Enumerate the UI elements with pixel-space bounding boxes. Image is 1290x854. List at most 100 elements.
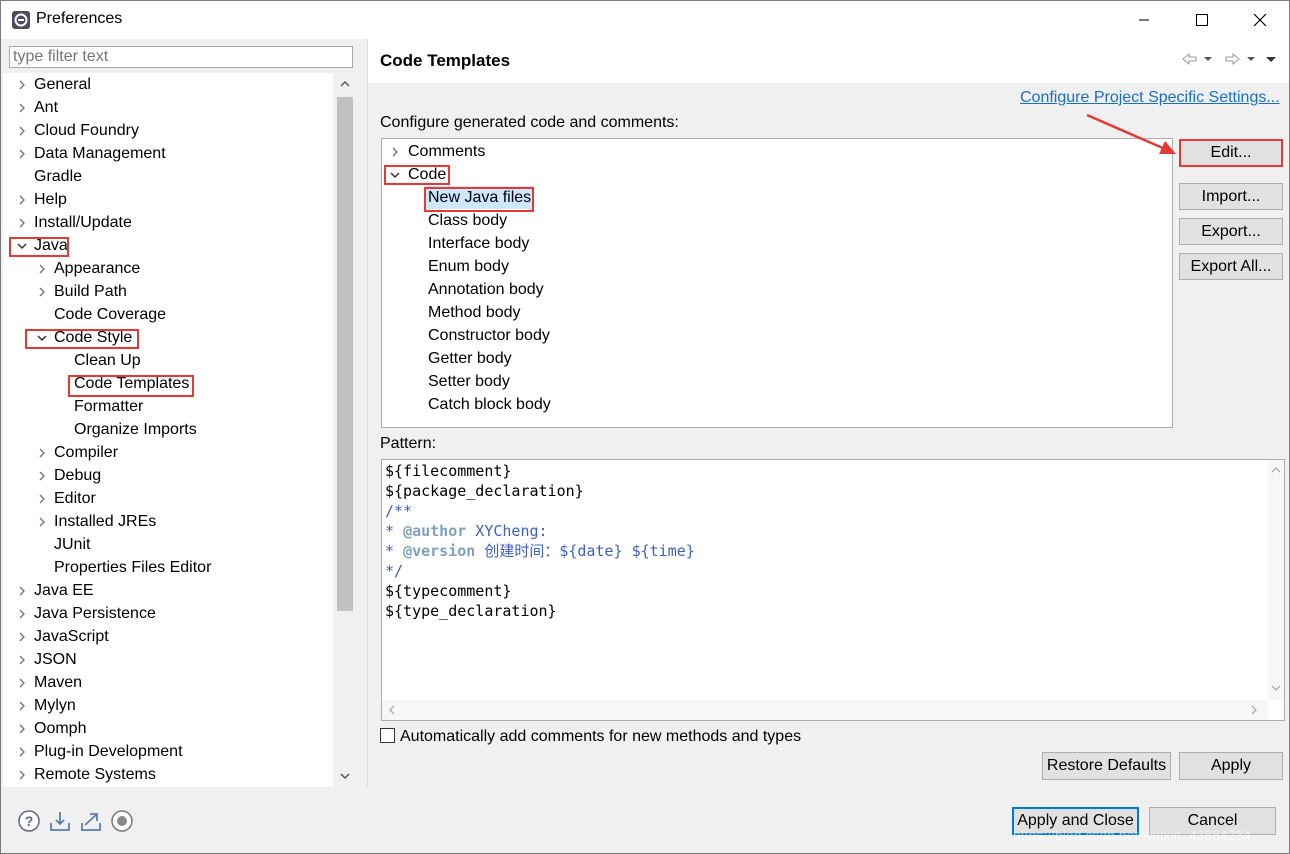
tree-item-properties-files-editor[interactable]: Properties Files Editor xyxy=(3,556,333,579)
tree-item-gradle[interactable]: Gradle xyxy=(3,165,333,188)
pattern-editor[interactable]: ${filecomment} ${package_declaration}/** *… xyxy=(381,459,1285,721)
chevron-right-icon[interactable] xyxy=(15,211,29,234)
tree-item-mylyn[interactable]: Mylyn xyxy=(3,694,333,717)
edit-button[interactable]: Edit... xyxy=(1179,139,1283,167)
tree-item-installed-jres[interactable]: Installed JREs xyxy=(3,510,333,533)
maximize-button[interactable] xyxy=(1173,1,1231,39)
template-item-setter-body[interactable]: Setter body xyxy=(382,370,1172,393)
tree-item-editor[interactable]: Editor xyxy=(3,487,333,510)
tree-item-appearance[interactable]: Appearance xyxy=(3,257,333,280)
tree-item-help[interactable]: Help xyxy=(3,188,333,211)
chevron-right-icon[interactable] xyxy=(15,740,29,763)
chevron-right-icon[interactable] xyxy=(15,694,29,717)
template-item-annotation-body[interactable]: Annotation body xyxy=(382,278,1172,301)
tree-item-compiler[interactable]: Compiler xyxy=(3,441,333,464)
tree-item-maven[interactable]: Maven xyxy=(3,671,333,694)
close-button[interactable] xyxy=(1231,1,1289,39)
template-item-comments[interactable]: Comments xyxy=(382,140,1172,163)
preference-tree[interactable]: General Ant Cloud Foundry Data Management Gr… xyxy=(3,73,333,787)
pattern-text[interactable]: ${filecomment} ${package_declaration}/** *… xyxy=(385,461,695,621)
tree-item-plug-in-development[interactable]: Plug-in Development xyxy=(3,740,333,763)
chevron-right-icon[interactable] xyxy=(35,464,49,487)
scroll-up-icon[interactable] xyxy=(1270,464,1282,476)
chevron-right-icon[interactable] xyxy=(15,579,29,602)
chevron-right-icon[interactable] xyxy=(15,717,29,740)
scroll-right-icon[interactable] xyxy=(1248,704,1260,716)
record-icon[interactable] xyxy=(110,809,134,833)
tree-item-remote-systems[interactable]: Remote Systems xyxy=(3,763,333,786)
template-item-class-body[interactable]: Class body xyxy=(382,209,1172,232)
highlight-box xyxy=(68,375,194,397)
tree-item-general[interactable]: General xyxy=(3,73,333,96)
template-item-code[interactable]: Code xyxy=(382,163,1172,186)
filter-input[interactable] xyxy=(9,46,353,68)
back-icon[interactable] xyxy=(1182,52,1197,66)
pattern-hscroll[interactable] xyxy=(382,700,1268,720)
chevron-right-icon[interactable] xyxy=(15,119,29,142)
back-menu-icon[interactable] xyxy=(1204,57,1212,61)
scroll-left-icon[interactable] xyxy=(386,704,398,716)
help-icon[interactable]: ? xyxy=(17,809,41,833)
chevron-right-icon[interactable] xyxy=(15,625,29,648)
chevron-right-icon[interactable] xyxy=(15,96,29,119)
view-menu-icon[interactable] xyxy=(1266,57,1276,62)
templates-tree[interactable]: Comments Code New Java files Class body Inte… xyxy=(381,138,1173,428)
minimize-button[interactable] xyxy=(1115,1,1173,39)
template-item-enum-body[interactable]: Enum body xyxy=(382,255,1172,278)
template-item-method-body[interactable]: Method body xyxy=(382,301,1172,324)
scroll-up-icon[interactable] xyxy=(339,78,351,90)
template-item-interface-body[interactable]: Interface body xyxy=(382,232,1172,255)
template-item-getter-body[interactable]: Getter body xyxy=(382,347,1172,370)
template-item-constructor-body[interactable]: Constructor body xyxy=(382,324,1172,347)
pattern-vscroll[interactable] xyxy=(1268,460,1284,700)
chevron-right-icon[interactable] xyxy=(15,602,29,625)
tree-item-clean-up[interactable]: Clean Up xyxy=(3,349,333,372)
chevron-right-icon[interactable] xyxy=(15,142,29,165)
scroll-thumb[interactable] xyxy=(337,97,353,611)
auto-comment-label[interactable]: Automatically add comments for new metho… xyxy=(400,728,801,746)
tree-item-cloud-foundry[interactable]: Cloud Foundry xyxy=(3,119,333,142)
chevron-right-icon[interactable] xyxy=(15,763,29,786)
chevron-right-icon[interactable] xyxy=(35,280,49,303)
import-icon[interactable] xyxy=(48,809,72,833)
scroll-down-icon[interactable] xyxy=(1270,682,1282,694)
export-all-button[interactable]: Export All... xyxy=(1179,253,1283,280)
export-icon[interactable] xyxy=(79,809,103,833)
export-button[interactable]: Export... xyxy=(1179,218,1283,245)
tree-item-oomph[interactable]: Oomph xyxy=(3,717,333,740)
tree-item-json[interactable]: JSON xyxy=(3,648,333,671)
chevron-right-icon[interactable] xyxy=(15,188,29,211)
auto-comment-checkbox[interactable] xyxy=(380,728,395,743)
chevron-right-icon[interactable] xyxy=(35,441,49,464)
tree-item-java-persistence[interactable]: Java Persistence xyxy=(3,602,333,625)
template-item-catch-block-body[interactable]: Catch block body xyxy=(382,393,1172,416)
chevron-right-icon[interactable] xyxy=(15,648,29,671)
tree-item-install-update[interactable]: Install/Update xyxy=(3,211,333,234)
tree-item-java-ee[interactable]: Java EE xyxy=(3,579,333,602)
chevron-right-icon[interactable] xyxy=(15,73,29,96)
close-icon xyxy=(1253,13,1267,27)
chevron-right-icon[interactable] xyxy=(35,487,49,510)
chevron-right-icon[interactable] xyxy=(15,671,29,694)
highlight-box xyxy=(25,329,139,349)
tree-item-organize-imports[interactable]: Organize Imports xyxy=(3,418,333,441)
tree-item-javascript[interactable]: JavaScript xyxy=(3,625,333,648)
chevron-right-icon[interactable] xyxy=(35,510,49,533)
tree-item-build-path[interactable]: Build Path xyxy=(3,280,333,303)
scroll-down-icon[interactable] xyxy=(339,770,351,782)
tree-item-data-management[interactable]: Data Management xyxy=(3,142,333,165)
configure-project-settings-link[interactable]: Configure Project Specific Settings... xyxy=(1020,89,1280,107)
import-button[interactable]: Import... xyxy=(1179,183,1283,210)
tree-item-junit[interactable]: JUnit xyxy=(3,533,333,556)
chevron-right-icon[interactable] xyxy=(35,257,49,280)
chevron-right-icon[interactable] xyxy=(388,140,402,163)
tree-item-formatter[interactable]: Formatter xyxy=(3,395,333,418)
forward-icon[interactable] xyxy=(1225,52,1240,66)
tree-item-debug[interactable]: Debug xyxy=(3,464,333,487)
apply-button[interactable]: Apply xyxy=(1179,752,1283,780)
tree-item-ant[interactable]: Ant xyxy=(3,96,333,119)
restore-defaults-button[interactable]: Restore Defaults xyxy=(1042,752,1171,780)
forward-menu-icon[interactable] xyxy=(1247,57,1255,61)
tree-item-code-coverage[interactable]: Code Coverage xyxy=(3,303,333,326)
tree-scrollbar[interactable] xyxy=(336,73,354,787)
